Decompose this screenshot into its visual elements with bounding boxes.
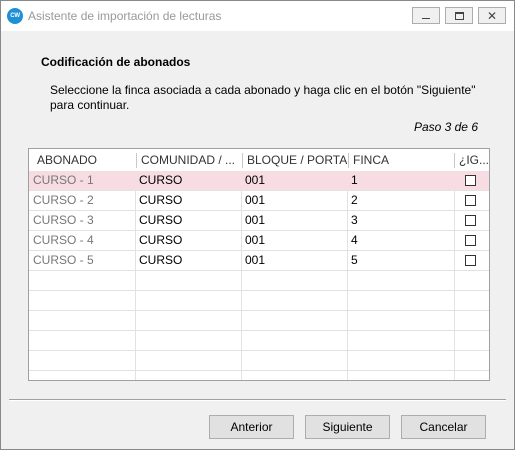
cell-finca[interactable]: 1 xyxy=(347,171,358,190)
step-indicator: Paso 3 de 6 xyxy=(413,120,478,134)
minimize-button[interactable] xyxy=(412,7,440,24)
empty-row xyxy=(29,311,489,331)
subscribers-grid[interactable]: ABONADO COMUNIDAD / ... BLOQUE / PORTAL … xyxy=(28,148,490,381)
cell-abonado: CURSO - 4 xyxy=(33,233,94,247)
cell-finca[interactable]: 3 xyxy=(347,211,358,230)
cell-finca[interactable]: 4 xyxy=(347,231,358,250)
cell-abonado: CURSO - 2 xyxy=(33,193,94,207)
cell-abonado: CURSO - 3 xyxy=(33,213,94,227)
section-title: Codificación de abonados xyxy=(41,55,191,69)
cell-comunidad[interactable]: CURSO xyxy=(135,191,182,210)
column-header-abonado[interactable]: ABONADO xyxy=(29,149,136,171)
cell-abonado: CURSO - 1 xyxy=(33,173,94,187)
close-button[interactable]: ✕ xyxy=(478,7,506,24)
cell-finca[interactable]: 5 xyxy=(347,251,358,270)
next-button[interactable]: Siguiente xyxy=(305,415,390,439)
cell-comunidad[interactable]: CURSO xyxy=(135,251,182,270)
maximize-button[interactable] xyxy=(445,7,473,24)
wizard-content: Codificación de abonados Seleccione la f… xyxy=(1,31,514,401)
cell-finca[interactable]: 2 xyxy=(347,191,358,210)
table-row[interactable]: CURSO - 2 CURSO 001 2 xyxy=(29,191,489,211)
ignore-checkbox[interactable] xyxy=(465,255,476,266)
cell-comunidad[interactable]: CURSO xyxy=(135,211,182,230)
cell-bloque[interactable]: 001 xyxy=(241,211,265,230)
cell-bloque[interactable]: 001 xyxy=(241,251,265,270)
grid-header: ABONADO COMUNIDAD / ... BLOQUE / PORTAL … xyxy=(29,149,489,171)
empty-row xyxy=(29,291,489,311)
cell-comunidad[interactable]: CURSO xyxy=(135,171,182,190)
column-header-comunidad[interactable]: COMUNIDAD / ... xyxy=(133,149,242,171)
empty-row xyxy=(29,351,489,371)
instructions-text: Seleccione la finca asociada a cada abon… xyxy=(50,83,476,112)
ignore-checkbox[interactable] xyxy=(465,195,476,206)
empty-row xyxy=(29,331,489,351)
title-bar[interactable]: CW Asistente de importación de lecturas … xyxy=(1,1,514,31)
ignore-checkbox[interactable] xyxy=(465,175,476,186)
empty-row xyxy=(29,271,489,291)
window-title: Asistente de importación de lecturas xyxy=(28,9,222,23)
cell-bloque[interactable]: 001 xyxy=(241,191,265,210)
app-logo-icon: CW xyxy=(7,8,23,24)
previous-button[interactable]: Anterior xyxy=(209,415,294,439)
close-icon: ✕ xyxy=(486,8,498,23)
cell-abonado: CURSO - 5 xyxy=(33,253,94,267)
column-header-bloque[interactable]: BLOQUE / PORTAL xyxy=(239,149,348,171)
cell-bloque[interactable]: 001 xyxy=(241,231,265,250)
table-row[interactable]: CURSO - 3 CURSO 001 3 xyxy=(29,211,489,231)
cell-comunidad[interactable]: CURSO xyxy=(135,231,182,250)
ignore-checkbox[interactable] xyxy=(465,235,476,246)
table-row[interactable]: CURSO - 1 CURSO 001 1 xyxy=(29,171,489,191)
column-header-finca[interactable]: FINCA xyxy=(345,149,454,171)
column-header-ignorar[interactable]: ¿IG... xyxy=(451,149,489,171)
cancel-button[interactable]: Cancelar xyxy=(401,415,486,439)
footer-divider-highlight xyxy=(9,400,506,401)
cell-bloque[interactable]: 001 xyxy=(241,171,265,190)
maximize-icon xyxy=(454,11,464,20)
minimize-icon xyxy=(422,17,430,19)
import-wizard-window: CW Asistente de importación de lecturas … xyxy=(0,0,515,450)
table-row[interactable]: CURSO - 4 CURSO 001 4 xyxy=(29,231,489,251)
table-row[interactable]: CURSO - 5 CURSO 001 5 xyxy=(29,251,489,271)
ignore-checkbox[interactable] xyxy=(465,215,476,226)
